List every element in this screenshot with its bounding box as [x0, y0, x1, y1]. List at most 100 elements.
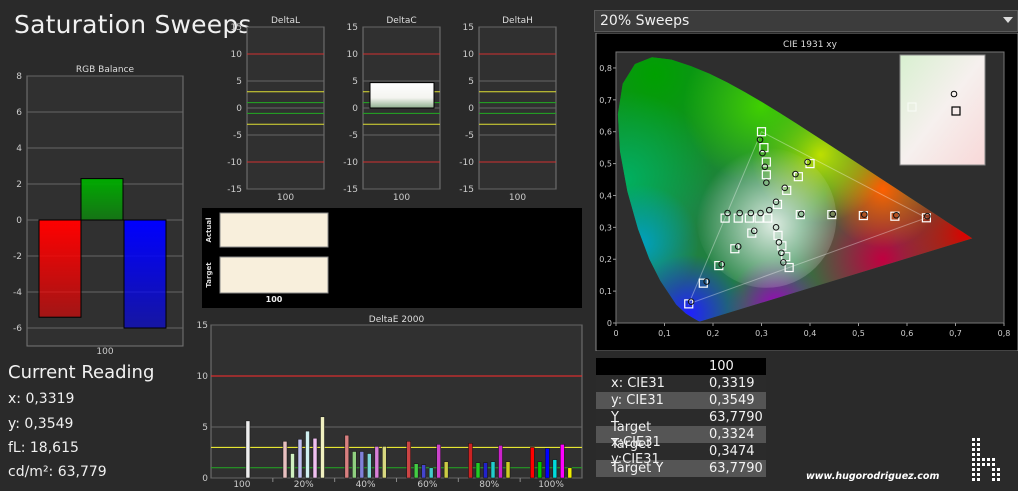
delta-e-bar [537, 461, 543, 479]
y-tick-label: -10 [227, 158, 242, 168]
y-tick-label: 10 [463, 50, 475, 60]
delta-l-chart: DeltaL 15 10 5 0 -5 -10 -15 100 [227, 16, 325, 203]
chart-title: CIE 1931 xy [783, 40, 838, 50]
y-tick-label: -10 [343, 158, 358, 168]
y-tick-label: 10 [231, 50, 243, 60]
delta-e-bar [352, 451, 357, 479]
y-tick-label: -6 [13, 324, 22, 334]
y-tick-label: 0 [607, 319, 612, 328]
y-tick-label: 15 [463, 23, 474, 33]
y-tick-label: 0 [352, 104, 358, 114]
delta-e-bar [297, 438, 303, 479]
x-tick-label: 100% [538, 480, 564, 490]
delta-e-bar [530, 447, 535, 479]
zoom-inset [899, 54, 986, 166]
credit-text: www.hugorodriguez.com [806, 471, 940, 482]
chart-title: DeltaL [271, 16, 300, 26]
y-tick-label: 5 [236, 77, 242, 87]
delta-e-bar [567, 467, 573, 479]
x-tick-label: 0,2 [707, 329, 720, 338]
delta-e-bar [475, 462, 481, 479]
page-title: Saturation Sweeps [14, 10, 252, 39]
x-tick-label: 0,5 [852, 329, 865, 338]
y-tick-label: 5 [202, 423, 208, 433]
x-tick-label: 0,1 [658, 329, 671, 338]
swatch-category-label: 100 [266, 295, 283, 304]
y-tick-label: 0,4 [599, 191, 612, 200]
delta-e-bar [443, 461, 449, 479]
plot-area [210, 324, 583, 479]
current-y: y: 0,3549 [8, 416, 74, 432]
rgb-balance-chart: RGB Balance 8 6 4 2 0 -2 -4 -6 100 [13, 65, 184, 357]
delta-e-bar [498, 445, 503, 479]
x-tick-label: 100 [393, 193, 410, 203]
x-tick-label: 40% [356, 480, 376, 490]
x-tick-label: 20% [294, 480, 314, 490]
chart-title: DeltaE 2000 [369, 315, 425, 325]
y-tick-label: 0 [468, 104, 474, 114]
swatch-panel: Actual Target 100 [202, 208, 582, 308]
target-swatch [219, 256, 329, 294]
y-tick-label: 0,1 [599, 287, 612, 296]
table-header: 100 [596, 358, 766, 375]
table-row-value: 63,7790 [709, 410, 763, 425]
y-tick-label: -15 [459, 185, 474, 195]
delta-e-bar [382, 446, 387, 479]
y-tick-label: 15 [347, 23, 358, 33]
x-tick-label: 0,4 [804, 329, 817, 338]
current-fl: fL: 18,615 [8, 440, 79, 456]
table-row: x: CIE31 0,3319 [596, 375, 766, 392]
delta-e-bar [421, 464, 426, 479]
delta-e-bar [406, 441, 411, 479]
y-tick-label: -5 [349, 131, 358, 141]
delta-e-bar [344, 434, 350, 479]
delta-e-bar [552, 459, 558, 479]
y-tick-label: 0,5 [599, 160, 612, 169]
y-tick-label: -5 [465, 131, 474, 141]
y-tick-label: -15 [343, 185, 358, 195]
y-tick-label: 4 [16, 144, 22, 154]
chart-title: RGB Balance [76, 65, 135, 75]
delta-e-bar [413, 463, 419, 479]
table-row-label: x: CIE31 [611, 376, 665, 391]
table-row-value: 0,3324 [709, 427, 755, 442]
x-tick-label: 60% [417, 480, 437, 490]
x-tick-label: 100 [96, 347, 113, 357]
table-row-label: y: CIE31 [611, 393, 664, 408]
y-tick-label: -4 [13, 288, 22, 298]
x-tick-label: 0 [613, 329, 618, 338]
sweep-select-value: 20% Sweeps [600, 13, 690, 29]
x-tick-label: 0,6 [901, 329, 914, 338]
x-tick-label: 100 [509, 193, 526, 203]
rgb-bar [123, 219, 167, 329]
x-tick-label: 100 [233, 480, 250, 490]
y-tick-label: 0,3 [599, 223, 612, 232]
delta-e-bar [290, 453, 295, 479]
y-tick-label: 2 [16, 180, 22, 190]
y-tick-label: 5 [352, 77, 358, 87]
x-tick-label: 0,8 [998, 329, 1011, 338]
delta-e-bar [359, 451, 365, 479]
chevron-down-icon[interactable] [1003, 17, 1013, 23]
y-tick-label: 10 [347, 50, 359, 60]
table-row-value: 0,3319 [709, 376, 755, 391]
actual-swatch [219, 212, 329, 248]
delta-bar [369, 82, 435, 109]
delta-e-bar [312, 437, 318, 479]
y-tick-label: 0,2 [599, 255, 612, 264]
y-tick-label: -2 [13, 252, 22, 262]
sweep-select[interactable]: 20% Sweeps [594, 10, 1018, 32]
delta-e-bar [320, 416, 325, 479]
delta-e-bar [428, 467, 434, 479]
table-row: Target Y 63,7790 [596, 460, 766, 477]
table-header-value: 100 [709, 359, 734, 374]
y-tick-label: -10 [459, 158, 474, 168]
chart-title: DeltaH [502, 16, 533, 26]
current-reading-title: Current Reading [8, 362, 155, 383]
delta-c-chart: DeltaC 15 10 5 0 -5 -10 -15 100 [343, 16, 441, 203]
y-tick-label: 0,8 [599, 64, 612, 73]
y-tick-label: 15 [231, 23, 242, 33]
table-row-value: 0,3474 [709, 444, 755, 459]
y-tick-label: 6 [16, 108, 22, 118]
current-x: x: 0,3319 [8, 391, 75, 407]
